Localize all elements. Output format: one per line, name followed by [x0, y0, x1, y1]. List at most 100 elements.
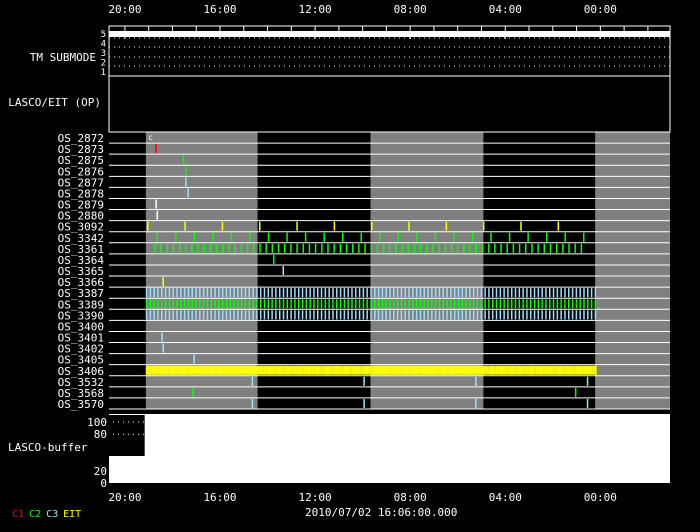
time-tick-label-top: 08:00: [394, 3, 427, 16]
event-mark: [491, 365, 494, 375]
event-mark: [491, 288, 494, 298]
event-mark: [465, 288, 467, 298]
event-mark: [587, 310, 589, 320]
event-mark: [181, 365, 184, 375]
event-mark: [294, 310, 296, 320]
plot-canvas: 20:00 20:00 16:00 16:00 12:00 12:00 08:00 08:00…: [58, 3, 671, 504]
event-mark: [347, 299, 349, 309]
event-mark: [221, 365, 224, 375]
event-mark: [552, 288, 555, 298]
event-mark: [303, 365, 306, 375]
event-mark: [305, 299, 308, 309]
event-mark: [271, 365, 274, 375]
event-mark: [155, 144, 157, 154]
event-mark: [301, 310, 304, 320]
event-mark: [531, 243, 533, 253]
event-mark: [294, 299, 296, 309]
event-mark: [568, 365, 571, 375]
event-mark: [259, 288, 262, 298]
event-mark: [221, 221, 224, 231]
event-mark: [315, 365, 318, 375]
event-mark: [332, 288, 334, 298]
event-mark: [290, 288, 292, 298]
event-mark: [506, 243, 508, 253]
event-mark: [237, 288, 239, 298]
event-mark: [339, 365, 342, 375]
marker-label: c: [148, 133, 153, 142]
event-mark: [195, 310, 197, 320]
event-mark: [444, 365, 447, 375]
event-mark: [333, 243, 335, 253]
event-mark: [251, 398, 254, 408]
event-mark: [269, 365, 272, 375]
event-mark: [520, 221, 522, 231]
event-mark: [590, 365, 593, 375]
event-mark: [568, 299, 570, 309]
event-mark: [491, 310, 494, 320]
event-mark: [324, 299, 327, 309]
event-mark: [200, 365, 203, 375]
event-mark: [360, 365, 363, 375]
event-mark: [282, 288, 285, 298]
event-mark: [547, 365, 550, 375]
event-mark: [162, 365, 165, 375]
event-mark: [585, 365, 588, 375]
event-mark: [271, 288, 273, 298]
event-mark: [423, 299, 425, 309]
event-mark: [529, 365, 532, 375]
event-mark: [507, 299, 509, 309]
event-mark: [228, 243, 230, 253]
event-mark: [256, 310, 258, 320]
event-mark: [564, 365, 567, 375]
event-mark: [419, 365, 422, 375]
event-mark: [178, 243, 181, 253]
event-mark: [347, 365, 350, 375]
tm-submode-label: TM SUBMODE: [29, 51, 96, 64]
event-mark: [512, 243, 515, 253]
event-mark: [431, 288, 433, 298]
event-mark: [529, 299, 532, 309]
event-mark: [461, 299, 464, 309]
event-mark: [233, 299, 235, 309]
event-mark: [442, 299, 445, 309]
event-mark: [594, 299, 597, 309]
event-mark: [482, 365, 485, 375]
event-mark: [278, 299, 281, 309]
event-mark: [304, 232, 307, 242]
event-mark: [183, 365, 186, 375]
event-mark: [529, 310, 532, 320]
event-mark: [316, 365, 319, 375]
event-mark: [355, 310, 357, 320]
event-mark: [434, 299, 437, 309]
event-mark: [229, 310, 232, 320]
event-mark: [308, 243, 311, 253]
event-mark: [164, 299, 167, 309]
event-mark: [375, 365, 378, 375]
event-mark: [191, 243, 193, 253]
event-mark: [526, 299, 528, 309]
event-mark: [370, 310, 372, 320]
event-mark: [408, 310, 410, 320]
event-mark: [324, 310, 327, 320]
event-mark: [145, 310, 148, 320]
event-mark: [187, 299, 190, 309]
event-mark: [267, 288, 270, 298]
event-mark: [419, 243, 422, 253]
event-mark: [533, 365, 536, 375]
event-mark: [180, 365, 183, 375]
event-mark: [583, 288, 585, 298]
event-mark: [564, 299, 566, 309]
event-mark: [343, 310, 346, 320]
event-mark: [370, 288, 372, 298]
event-mark: [582, 232, 585, 242]
event-mark: [176, 365, 179, 375]
event-mark: [487, 243, 490, 253]
event-mark: [248, 299, 251, 309]
event-mark: [286, 288, 289, 298]
event-mark: [571, 310, 574, 320]
event-mark: [251, 376, 254, 386]
event-mark: [277, 243, 280, 253]
event-mark: [275, 288, 277, 298]
event-mark: [214, 310, 216, 320]
event-mark: [569, 365, 572, 375]
